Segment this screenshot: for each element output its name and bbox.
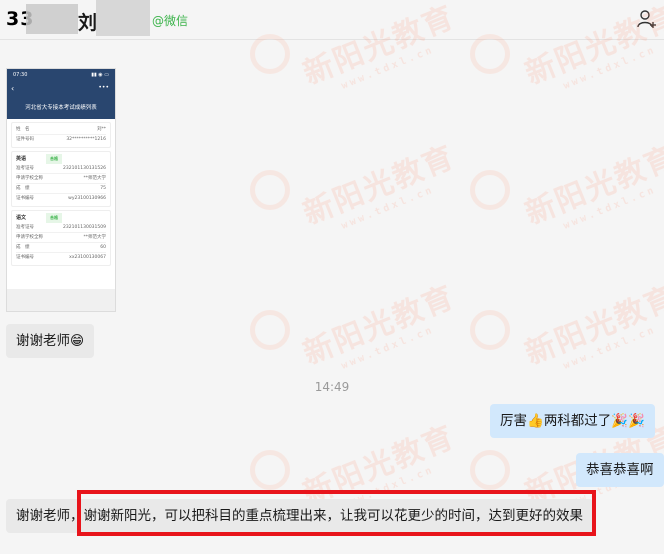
screenshot-footer xyxy=(7,289,115,311)
menu-icon: ••• xyxy=(98,84,109,91)
contact-name-suffix: 刘 xyxy=(78,12,98,34)
watermark-logo xyxy=(250,34,290,74)
watermark: 新阳光教育www.tdxl.cn xyxy=(520,279,664,372)
screenshot-identity-card: 姓 名刘** 证件号码 32**********1216 xyxy=(11,122,111,148)
message-bubble-congrats-passed[interactable]: 厉害👍两科都过了🎉🎉 xyxy=(490,404,655,438)
contact-source-label: @微信 xyxy=(152,14,189,28)
watermark-logo xyxy=(470,170,510,210)
redaction-block xyxy=(96,0,150,36)
message-timestamp: 14:49 xyxy=(314,380,350,394)
watermark-logo xyxy=(470,450,510,490)
message-text: 恭喜恭喜啊 xyxy=(586,462,654,478)
party-popper-emoji-icon: 🎉🎉 xyxy=(611,413,645,429)
message-text: 谢谢老师 xyxy=(16,333,70,349)
message-bubble-thanks-xinyangguang[interactable]: 谢谢老师，谢谢新阳光，可以把科目的重点梳理出来，让我可以花更少的时间，达到更好的… xyxy=(6,499,593,533)
message-bubble-thanks[interactable]: 谢谢老师😁 xyxy=(6,324,95,358)
watermark: 新阳光教育www.tdxl.cn xyxy=(298,279,460,372)
screenshot-header: 07:30 ▮▮ ◉ ▭ ‹ ••• 河北省大专接本考试成绩列表 xyxy=(7,69,115,119)
watermark: 新阳光教育www.tdxl.cn xyxy=(298,139,460,232)
thumbs-up-emoji-icon: 👍 xyxy=(527,413,544,429)
screenshot-status-time: 07:30 xyxy=(13,72,28,78)
chat-header: 33 刘 @微信 xyxy=(0,0,664,40)
screenshot-subject-card: 语文 合格 准考证号 232101130031509 申请学校全称 **师范大学 成 … xyxy=(11,210,111,266)
redaction-block xyxy=(26,4,78,34)
watermark-logo xyxy=(250,450,290,490)
watermark-logo xyxy=(250,170,290,210)
add-user-icon[interactable] xyxy=(636,8,658,30)
screenshot-subject-card: 英语 合格 准考证号 232101130131526 申请学校全称 **师范大学 成 … xyxy=(11,151,111,207)
watermark-logo xyxy=(470,310,510,350)
message-bubble-congratulations[interactable]: 恭喜恭喜啊 xyxy=(576,453,664,487)
watermark-logo xyxy=(470,34,510,74)
image-message-score-screenshot[interactable]: 07:30 ▮▮ ◉ ▭ ‹ ••• 河北省大专接本考试成绩列表 姓 名刘** … xyxy=(6,68,116,312)
message-text: 两科都过了 xyxy=(543,413,612,429)
back-icon: ‹ xyxy=(11,84,15,93)
screenshot-title: 河北省大专接本考试成绩列表 xyxy=(25,105,97,111)
watermark: 新阳光教育www.tdxl.cn xyxy=(520,139,664,232)
grin-emoji-icon: 😁 xyxy=(70,333,85,349)
message-text: 厉害 xyxy=(500,413,527,429)
message-text: 谢谢老师，谢谢新阳光，可以把科目的重点梳理出来，让我可以花更少的时间，达到更好的… xyxy=(16,508,583,524)
screenshot-status-icons: ▮▮ ◉ ▭ xyxy=(91,72,109,78)
watermark-logo xyxy=(250,310,290,350)
